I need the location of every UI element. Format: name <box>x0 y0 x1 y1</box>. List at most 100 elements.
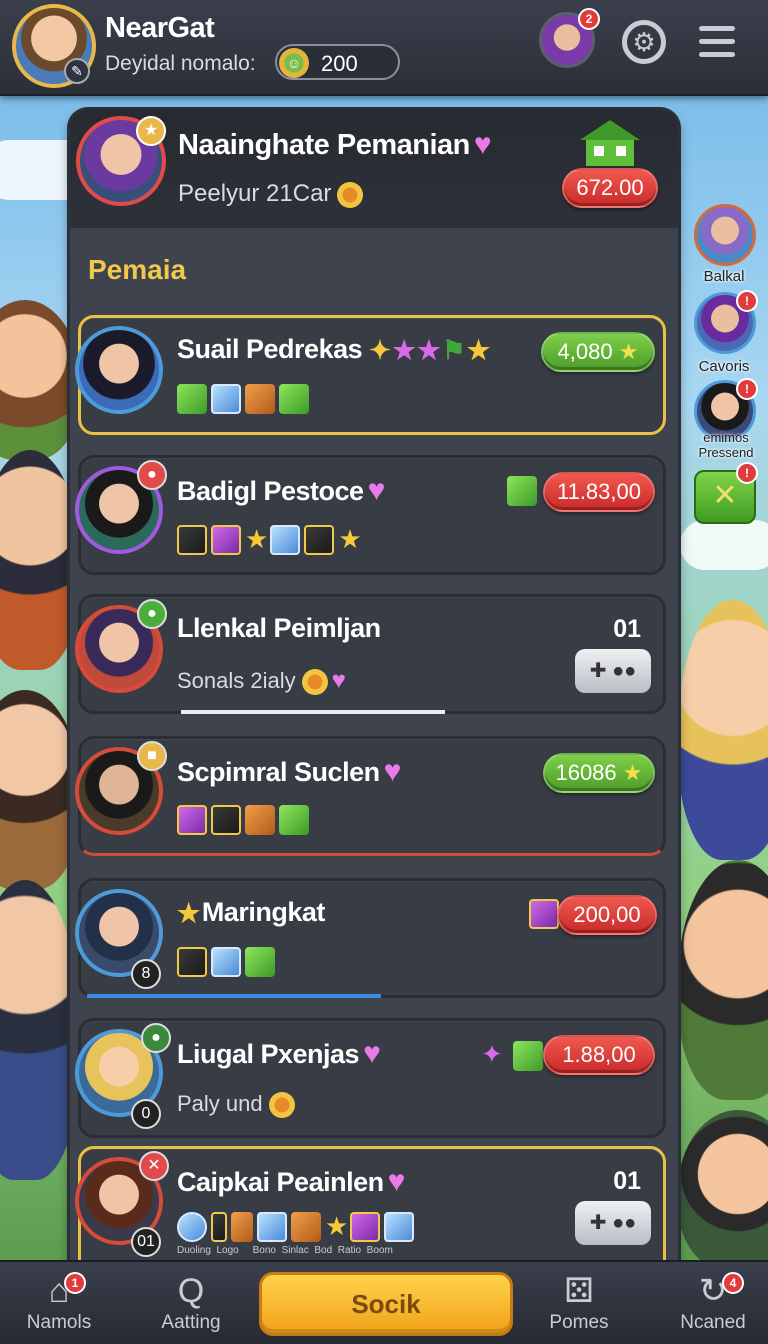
notification-badge: 4 <box>722 1272 744 1294</box>
star-icon: ★ <box>466 335 490 366</box>
heart-icon: ♥ <box>363 1037 381 1070</box>
player-name: ★Maringkat <box>177 897 325 929</box>
friend-avatar[interactable] <box>694 204 756 266</box>
item-row <box>177 384 313 418</box>
friend-label: emimos Pressend <box>698 430 754 460</box>
notification-badge: ! <box>736 378 758 400</box>
player-name: Scpimral Suclen ♥ <box>177 755 402 788</box>
section-label: Pemaia <box>88 254 187 285</box>
refresh-icon: ↻ <box>698 1272 728 1310</box>
header-value[interactable]: 672.00 <box>562 168 658 208</box>
player-name: NearGat <box>105 12 215 44</box>
badge-icon: ★ <box>136 116 166 146</box>
gem-icon <box>211 1211 227 1242</box>
bg-character <box>678 1110 768 1270</box>
star-icon: ★ <box>177 898 200 929</box>
bg-character <box>0 450 80 670</box>
level-badge: 01 <box>131 1227 161 1257</box>
list-item[interactable]: Suail Pedrekas ✦★★⚑★ 4,080 ★ <box>75 315 666 435</box>
close-icon[interactable]: ✕ <box>139 1151 169 1181</box>
rank-number: 01 <box>613 1167 641 1195</box>
dice-icon: ⚄ <box>564 1272 594 1310</box>
player-subtitle: Sonals 2ialy ♥ <box>177 667 346 696</box>
gem-icon <box>245 384 275 414</box>
controller-icon[interactable]: ✚ ●● <box>575 649 651 693</box>
header-subtitle: Peelyur 21Car <box>178 180 364 208</box>
leaderboard-panel: ★ Naainghate Pemanian ♥ Peelyur 21Car 672… <box>70 110 678 1260</box>
flag-icon: ⚑ <box>442 335 465 366</box>
score-badge: 200,00 <box>557 895 657 935</box>
item-row <box>177 947 279 981</box>
list-item[interactable]: ● Badigl Pestoce ♥ ★ ★ 11.83,00 <box>75 455 666 575</box>
gem-icon <box>350 1211 381 1242</box>
score-badge: 11.83,00 <box>543 472 655 512</box>
wand-icon: ✦ <box>481 1039 503 1069</box>
badge-icon: ● <box>137 599 167 629</box>
home-icon: ⌂ <box>48 1272 70 1310</box>
top-bar: ✎ NearGat Deyidal nomalo: ☺ 200 2 ⚙ <box>0 0 768 96</box>
gem-icon <box>177 805 207 835</box>
gem-icon <box>177 524 207 555</box>
gem-icon <box>304 524 335 555</box>
heart-icon: ♥ <box>473 128 492 161</box>
gem-icon <box>211 384 241 414</box>
edit-icon[interactable]: ✎ <box>64 58 90 84</box>
gem-icon <box>245 947 275 977</box>
nav-chat[interactable]: Q Aatting <box>136 1270 246 1334</box>
list-item[interactable]: ✕ 01 Caipkai Peainlen ♥ ★ Duoling Logo Bo… <box>75 1146 666 1260</box>
coin-icon <box>337 181 364 208</box>
player-name: Suail Pedrekas ✦★★⚑★ <box>177 334 490 366</box>
player-name: Llenkal Peimljan <box>177 613 381 643</box>
gem-icon <box>231 1211 253 1242</box>
player-name: Liugal Pxenjas ♥ <box>177 1037 381 1070</box>
gem-icon <box>211 947 241 977</box>
item-row: ★ <box>177 1211 418 1245</box>
player-avatar <box>75 326 163 414</box>
gem-icon <box>507 476 537 506</box>
notification-badge: ! <box>736 290 758 312</box>
menu-icon[interactable] <box>699 26 735 58</box>
gem-icon <box>211 805 241 835</box>
star-icon: ★ <box>392 335 416 366</box>
list-item[interactable]: ● Llenkal Peimljan Sonals 2ialy ♥ 01 ✚ ●● <box>75 594 666 714</box>
gem-icon <box>513 1041 543 1071</box>
list-item[interactable]: 8 ★Maringkat 200,00 <box>75 878 666 998</box>
bg-character <box>678 860 768 1100</box>
gem-icon <box>177 947 207 977</box>
main-action-button[interactable]: Socik <box>259 1272 513 1336</box>
badge-icon: ● <box>137 460 167 490</box>
gem-icon <box>211 524 241 555</box>
nav-new[interactable]: ↻ Ncaned <box>658 1270 768 1334</box>
gem-icon <box>177 1211 207 1242</box>
gear-icon[interactable]: ⚙ <box>622 20 666 64</box>
header-title: Naainghate Pemanian ♥ <box>178 128 492 161</box>
list-item[interactable]: ● 0 Liugal Pxenjas ♥ Paly und ✦ 1.88,00 <box>75 1018 666 1138</box>
list-item[interactable]: ■ Scpimral Suclen ♥ 16086 ★ <box>75 736 666 856</box>
bg-character <box>0 690 80 890</box>
gem-icon <box>291 1211 321 1242</box>
heart-icon: ♥ <box>387 1165 406 1198</box>
coin-icon <box>268 1092 295 1119</box>
bg-character <box>0 880 80 1180</box>
gem-icon <box>177 384 207 414</box>
gem-icon <box>270 524 301 555</box>
coin-counter[interactable]: ☺ 200 <box>275 44 400 80</box>
star-icon: ★ <box>245 524 269 554</box>
heart-icon: ♥ <box>383 755 402 788</box>
level-badge: 0 <box>131 1099 161 1129</box>
level-badge: 8 <box>131 959 161 989</box>
progress-bar <box>87 994 381 998</box>
star-icon: ★ <box>618 339 639 364</box>
house-icon <box>580 120 640 166</box>
nav-games[interactable]: ⚄ Pomes <box>524 1270 634 1334</box>
gem-icon <box>257 1211 287 1242</box>
notification-badge: 2 <box>578 8 600 30</box>
nav-home[interactable]: ⌂ Namols <box>4 1270 114 1334</box>
controller-icon[interactable]: ✚ ●● <box>575 1201 651 1245</box>
progress-bar <box>181 710 445 714</box>
wand-icon: ✦ <box>369 335 391 366</box>
search-icon: Q <box>177 1272 205 1310</box>
player-name: Caipkai Peainlen ♥ <box>177 1165 406 1198</box>
coin-icon <box>301 669 328 696</box>
card-icon <box>529 899 559 929</box>
